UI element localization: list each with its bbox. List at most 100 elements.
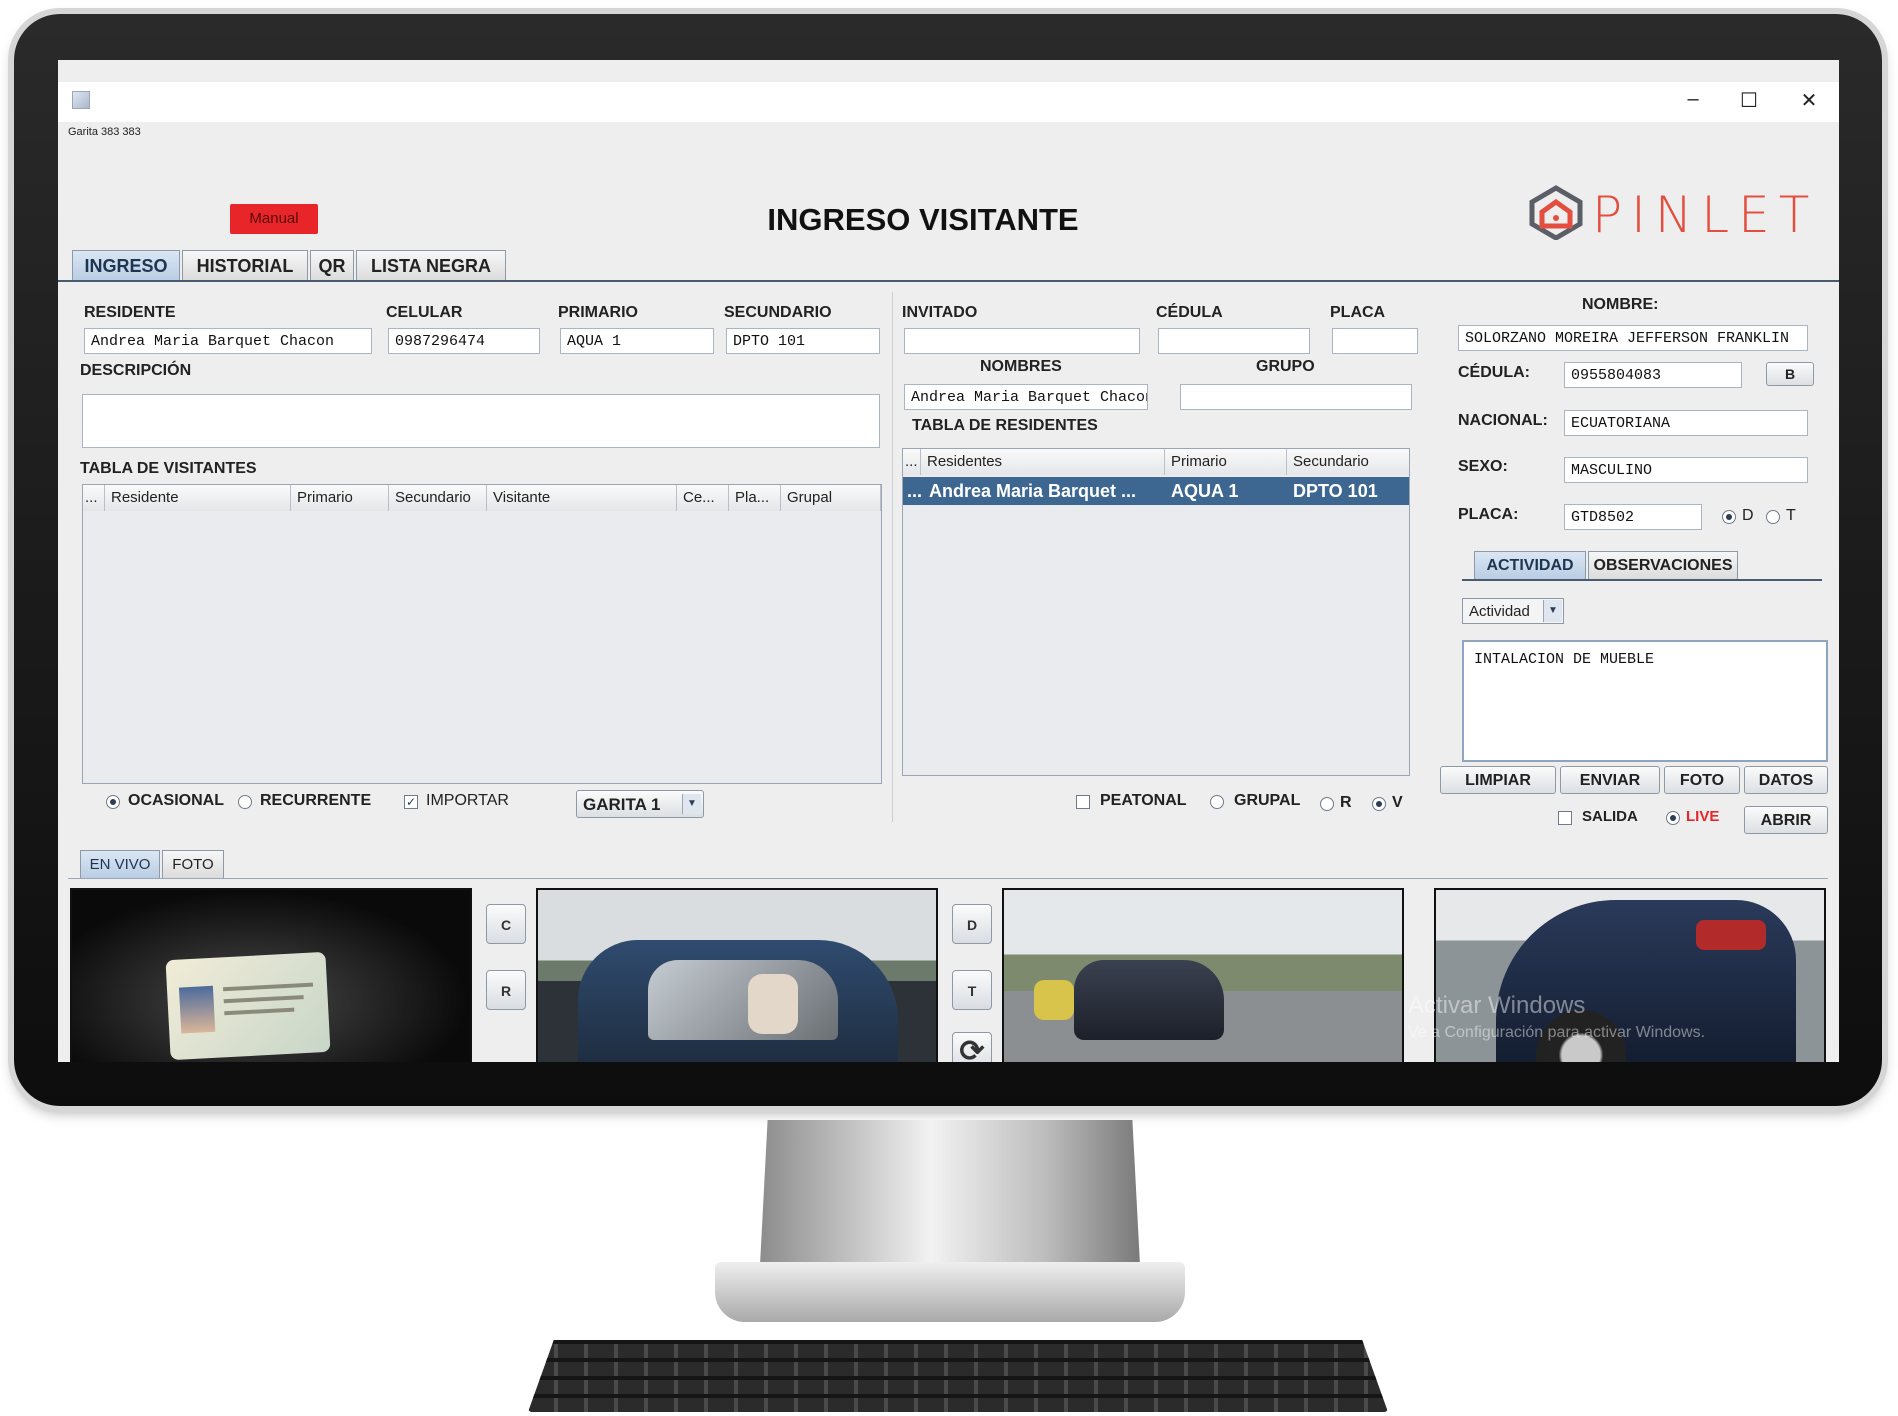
invitado-label: INVITADO <box>902 304 978 321</box>
enviar-button[interactable]: ENVIAR <box>1560 766 1660 794</box>
table-row[interactable]: ... Andrea Maria Barquet ... AQUA 1 DPTO… <box>903 477 1409 505</box>
salida-checkbox[interactable] <box>1558 811 1572 825</box>
peatonal-checkbox[interactable] <box>1076 795 1090 809</box>
column-header-residentes[interactable]: Residentes <box>921 449 1165 475</box>
keyboard <box>528 1340 1388 1412</box>
actividad-select[interactable]: Actividad ▼ <box>1462 598 1564 624</box>
foto-button[interactable]: FOTO <box>1664 766 1740 794</box>
camera-feed-parking <box>1002 888 1404 1062</box>
b-button[interactable]: B <box>1766 362 1814 386</box>
residents-table[interactable]: ... Residentes Primario Secundario ... A… <box>902 448 1410 776</box>
app-window: Garita 383 383 Manual INGRESO VISITANTE … <box>58 122 1839 1062</box>
celular-field[interactable]: 0987296474 <box>388 328 540 354</box>
row-residente: Andrea Maria Barquet ... <box>929 481 1137 501</box>
activation-watermark-title: Activar Windows <box>1408 992 1586 1019</box>
t-button[interactable]: T <box>952 970 992 1010</box>
cedula-label: CÉDULA <box>1156 304 1223 321</box>
manual-mode-badge[interactable]: Manual <box>230 204 318 234</box>
id-card-image <box>165 951 331 1061</box>
v-radio[interactable] <box>1372 797 1386 811</box>
tab-strip-divider <box>58 280 1839 282</box>
tab-historial[interactable]: HISTORIAL <box>182 250 308 280</box>
d-radio[interactable] <box>1722 510 1736 524</box>
column-header-primario[interactable]: Primario <box>291 485 389 511</box>
placa-field[interactable] <box>1332 328 1418 354</box>
camera-tab-divider <box>68 878 1828 879</box>
nombres-field[interactable]: Andrea Maria Barquet Chacon <box>904 384 1148 410</box>
r-radio[interactable] <box>1320 797 1334 811</box>
ocasional-radio[interactable] <box>106 795 120 809</box>
sexo-field[interactable]: MASCULINO <box>1564 457 1808 483</box>
tab-lista-negra[interactable]: LISTA NEGRA <box>356 250 506 280</box>
tab-en-vivo[interactable]: EN VIVO <box>80 850 160 878</box>
live-label: LIVE <box>1686 808 1720 825</box>
recurrente-radio[interactable] <box>238 795 252 809</box>
column-header-primario[interactable]: Primario <box>1165 449 1287 475</box>
tab-foto[interactable]: FOTO <box>162 850 224 878</box>
chevron-down-icon: ▼ <box>682 794 701 814</box>
abrir-button[interactable]: ABRIR <box>1744 806 1828 834</box>
actividad-textarea[interactable]: INTALACION DE MUEBLE <box>1462 640 1828 762</box>
nacional-label: NACIONAL: <box>1458 412 1548 429</box>
column-header-secundario[interactable]: Secundario <box>1287 449 1409 475</box>
cedula-field[interactable] <box>1158 328 1310 354</box>
importar-checkbox[interactable]: ✓ <box>404 795 418 809</box>
close-button[interactable]: ✕ <box>1794 88 1824 113</box>
grupal-radio[interactable] <box>1210 795 1224 809</box>
column-header-visitante[interactable]: Visitante <box>487 485 677 511</box>
sexo-label: SEXO: <box>1458 458 1508 475</box>
grupo-field[interactable] <box>1180 384 1412 410</box>
nacional-field[interactable]: ECUATORIANA <box>1564 410 1808 436</box>
v-label: V <box>1392 794 1403 811</box>
tab-observaciones[interactable]: OBSERVACIONES <box>1588 551 1738 579</box>
cedula-person-field[interactable]: 0955804083 <box>1564 362 1742 388</box>
column-header-grupal[interactable]: Grupal <box>781 485 881 511</box>
tab-ingreso[interactable]: INGRESO <box>72 250 180 280</box>
column-header-cedula[interactable]: Ce... <box>677 485 729 511</box>
t-radio[interactable] <box>1766 510 1780 524</box>
grupal-label: GRUPAL <box>1234 792 1301 809</box>
t-label: T <box>1786 507 1796 524</box>
camera-feed-driver <box>536 888 938 1062</box>
screen: – ☐ ✕ Garita 383 383 Manual INGRESO VISI… <box>58 60 1839 1062</box>
column-header[interactable]: ... <box>83 485 105 511</box>
row-secundario: DPTO 101 <box>1293 481 1378 501</box>
recurrente-label: RECURRENTE <box>260 792 372 809</box>
car-image <box>578 940 898 1062</box>
live-radio[interactable] <box>1666 811 1680 825</box>
java-app-icon <box>72 91 90 109</box>
refresh-icon[interactable]: ⟳ <box>952 1032 992 1062</box>
column-divider <box>892 292 893 822</box>
invitado-field[interactable] <box>904 328 1140 354</box>
column-header-secundario[interactable]: Secundario <box>389 485 487 511</box>
limpiar-button[interactable]: LIMPIAR <box>1440 766 1556 794</box>
column-header[interactable]: ... <box>903 449 921 475</box>
residente-field[interactable]: Andrea Maria Barquet Chacon <box>84 328 372 354</box>
r-button[interactable]: R <box>486 970 526 1010</box>
ocasional-label: OCASIONAL <box>128 792 224 809</box>
window-info-label: Garita 383 383 <box>68 126 141 138</box>
descripcion-textarea[interactable] <box>82 394 880 448</box>
garita-select[interactable]: GARITA 1 ▼ <box>576 790 704 818</box>
column-header-placa[interactable]: Pla... <box>729 485 781 511</box>
d-button[interactable]: D <box>952 904 992 944</box>
primario-field[interactable]: AQUA 1 <box>560 328 714 354</box>
tabla-visitantes-title: TABLA DE VISITANTES <box>80 460 257 477</box>
tab-actividad[interactable]: ACTIVIDAD <box>1474 551 1586 579</box>
pinlet-logo: PINLET <box>1526 184 1839 244</box>
id-photo <box>178 985 216 1034</box>
tab-qr[interactable]: QR <box>310 250 354 280</box>
minimize-button[interactable]: – <box>1678 88 1708 111</box>
placa-person-field[interactable]: GTD8502 <box>1564 504 1702 530</box>
c-button[interactable]: C <box>486 904 526 944</box>
actividad-select-value: Actividad <box>1469 603 1530 620</box>
maximize-button[interactable]: ☐ <box>1734 88 1764 113</box>
nombre-field[interactable]: SOLORZANO MOREIRA JEFFERSON FRANKLIN <box>1458 325 1808 351</box>
row-primario: AQUA 1 <box>1171 481 1239 501</box>
secundario-field[interactable]: DPTO 101 <box>726 328 880 354</box>
visitors-table[interactable]: ... Residente Primario Secundario Visita… <box>82 484 882 784</box>
importar-label: IMPORTAR <box>426 792 509 809</box>
column-header-residente[interactable]: Residente <box>105 485 291 511</box>
datos-button[interactable]: DATOS <box>1744 766 1828 794</box>
grupo-label: GRUPO <box>1256 358 1315 375</box>
